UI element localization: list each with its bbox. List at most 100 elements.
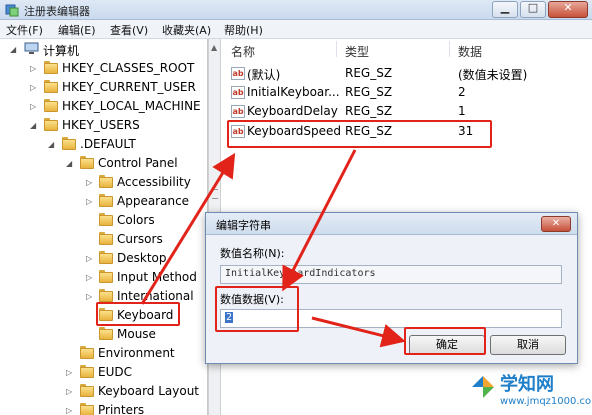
folder-icon xyxy=(44,99,58,112)
folder-icon xyxy=(62,137,76,150)
tree-item-default[interactable]: ◢ .DEFAULT xyxy=(0,136,200,154)
folder-icon xyxy=(99,251,113,264)
column-divider[interactable] xyxy=(336,41,337,57)
column-header-name[interactable]: 名称 xyxy=(231,43,255,60)
tree-item-label: HKEY_LOCAL_MACHINE xyxy=(62,99,201,113)
tree-item-printers[interactable]: ▷ Printers xyxy=(0,402,200,415)
tree-item-eudc[interactable]: ▷ EUDC xyxy=(0,364,200,382)
tree-item-label: Printers xyxy=(98,403,145,415)
menu-favorites[interactable]: 收藏夹(A) xyxy=(162,22,211,38)
tree-item-label: International xyxy=(117,289,194,303)
value-data: 1 xyxy=(458,104,466,118)
close-icon: ✕ xyxy=(563,1,573,14)
registry-tree: ◢ 计算机 ▷ HKEY_CLASSES_ROOT ▷ HKEY_CURRENT… xyxy=(0,39,208,415)
tree-item-hkcu[interactable]: ▷ HKEY_CURRENT_USER xyxy=(0,79,200,97)
value-name-field[interactable]: InitialKeyboardIndicators xyxy=(220,265,562,284)
string-value-icon: ab xyxy=(231,105,245,118)
highlight-keyboardspeed-row xyxy=(227,120,492,148)
menu-edit[interactable]: 编辑(E) xyxy=(58,22,96,38)
column-divider[interactable] xyxy=(449,41,450,57)
dialog-title: 编辑字符串 xyxy=(216,219,271,232)
tree-item-label: HKEY_CLASSES_ROOT xyxy=(62,61,195,75)
watermark-name: 学知网 xyxy=(500,374,554,395)
minimize-button[interactable]: ▁ xyxy=(492,1,518,18)
folder-icon xyxy=(99,270,113,283)
menu-view[interactable]: 查看(V) xyxy=(110,22,148,38)
tree-item-hku[interactable]: ◢ HKEY_USERS xyxy=(0,117,200,135)
value-name-label: 数值名称(N): xyxy=(220,247,285,260)
value-name: KeyboardDelay xyxy=(247,104,338,118)
window-title: 注册表编辑器 xyxy=(24,5,90,18)
value-name: InitialKeyboar... xyxy=(247,85,340,99)
highlight-value-data xyxy=(215,286,299,332)
expanded-icon: ◢ xyxy=(66,159,73,168)
regedit-icon xyxy=(5,4,19,17)
close-button[interactable]: ✕ xyxy=(548,1,588,18)
tree-item-computer[interactable]: ◢ 计算机 xyxy=(0,41,200,59)
collapsed-icon: ▷ xyxy=(30,64,37,73)
maximize-icon: □ xyxy=(527,1,539,14)
tree-item-hkcr[interactable]: ▷ HKEY_CLASSES_ROOT xyxy=(0,60,200,78)
tree-item-label: HKEY_CURRENT_USER xyxy=(62,80,196,94)
highlight-ok-button xyxy=(404,327,486,355)
tree-item-mouse[interactable]: Mouse xyxy=(0,326,200,344)
folder-icon xyxy=(99,327,113,340)
tree-item-keyboard-layout[interactable]: ▷ Keyboard Layout xyxy=(0,383,200,401)
tree-item-label: Mouse xyxy=(117,327,156,341)
folder-icon xyxy=(44,118,58,131)
maximize-button[interactable]: □ xyxy=(520,1,546,18)
scroll-up-icon[interactable]: ▲ xyxy=(211,43,217,52)
collapsed-icon: ▷ xyxy=(86,254,93,263)
tree-item-label: Environment xyxy=(98,346,175,360)
tree-item-label: EUDC xyxy=(98,365,132,379)
title-bar: 注册表编辑器 ▁ □ ✕ xyxy=(0,0,592,20)
value-data: 2 xyxy=(458,85,466,99)
tree-item-desktop[interactable]: ▷ Desktop xyxy=(0,250,200,268)
tree-item-label: Keyboard Layout xyxy=(98,384,200,398)
value-name-text: InitialKeyboardIndicators xyxy=(225,268,376,279)
value-type: REG_SZ xyxy=(345,66,393,80)
column-header-data[interactable]: 数据 xyxy=(458,43,482,60)
tree-item-label: Appearance xyxy=(117,194,190,208)
folder-icon xyxy=(99,232,113,245)
tree-item-label: Input Method xyxy=(117,270,197,284)
dialog-close-button[interactable]: ✕ xyxy=(541,216,571,232)
value-type: REG_SZ xyxy=(345,104,393,118)
computer-icon xyxy=(24,42,39,54)
tree-item-control-panel[interactable]: ◢ Control Panel xyxy=(0,155,200,173)
tree-item-appearance[interactable]: ▷ Appearance xyxy=(0,193,200,211)
folder-icon xyxy=(99,289,113,302)
tree-item-label: Colors xyxy=(117,213,155,227)
watermark: 学知网 www.jmqz1000.com xyxy=(470,368,592,414)
menu-help[interactable]: 帮助(H) xyxy=(224,22,263,38)
tree-item-cursors[interactable]: Cursors xyxy=(0,231,200,249)
collapsed-icon: ▷ xyxy=(30,83,37,92)
tree-item-label: Control Panel xyxy=(98,156,178,170)
folder-icon xyxy=(44,80,58,93)
collapsed-icon: ▷ xyxy=(86,292,93,301)
folder-icon xyxy=(99,194,113,207)
collapsed-icon: ▷ xyxy=(30,102,37,111)
tree-item-hklm[interactable]: ▷ HKEY_LOCAL_MACHINE xyxy=(0,98,201,116)
scroll-grip[interactable] xyxy=(212,189,218,199)
collapsed-icon: ▷ xyxy=(86,273,93,282)
expanded-icon: ◢ xyxy=(48,140,55,149)
menu-file[interactable]: 文件(F) xyxy=(6,22,43,38)
value-data: (数值未设置) xyxy=(458,68,528,82)
column-header-type[interactable]: 类型 xyxy=(345,43,369,60)
dialog-title-bar: 编辑字符串 ✕ xyxy=(206,213,577,235)
tree-item-environment[interactable]: Environment xyxy=(0,345,200,363)
close-icon: ✕ xyxy=(551,218,561,229)
tree-item-label: .DEFAULT xyxy=(80,137,136,151)
tree-item-input-method[interactable]: ▷ Input Method xyxy=(0,269,200,287)
expanded-icon: ◢ xyxy=(10,45,17,54)
expanded-icon: ◢ xyxy=(30,121,37,130)
tree-item-accessibility[interactable]: ▷ Accessibility xyxy=(0,174,200,192)
folder-icon xyxy=(80,384,94,397)
collapsed-icon: ▷ xyxy=(66,368,73,377)
collapsed-icon: ▷ xyxy=(66,387,73,396)
tree-item-colors[interactable]: Colors xyxy=(0,212,200,230)
cancel-button[interactable]: 取消 xyxy=(490,335,566,355)
menu-bar: 文件(F) 编辑(E) 查看(V) 收藏夹(A) 帮助(H) xyxy=(0,20,592,39)
collapsed-icon: ▷ xyxy=(66,406,73,415)
